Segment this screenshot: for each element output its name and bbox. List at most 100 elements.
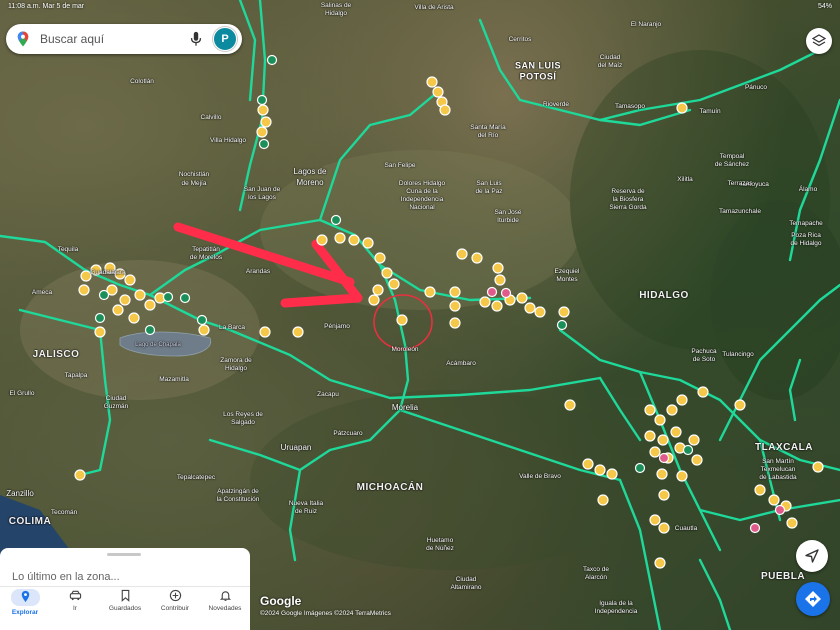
map-label: Calvillo [200,113,222,121]
map-label: Terrazas [727,179,753,187]
map-label: de Mejía [181,179,207,187]
map-label: Hidalgo [224,364,248,372]
sheet-drag-handle[interactable] [107,553,141,556]
map-label: Cuautla [674,524,698,532]
status-battery: 54% [817,3,832,10]
map-label: Montes [556,275,578,283]
map-label: Zacapu [317,390,339,398]
layers-button[interactable] [806,28,832,54]
map-label: Iturbide [497,216,519,224]
map-label: Lagos de [293,167,327,176]
map-label: Temapache [789,219,823,227]
map-label: Ezequiel [554,267,580,275]
nav-contribuir[interactable]: Contribuir [150,587,200,612]
search-input[interactable]: Buscar aquí [40,32,189,46]
map-label: Sierra Gorda [609,203,647,211]
map-label: Guzmán [103,402,129,410]
map-label: del Maíz [597,61,623,69]
map-label: San José [494,208,522,216]
map-label: de Soto [692,355,716,363]
map-label: Arandas [245,267,271,275]
map-label: La Barca [218,323,246,331]
map-label: Tamasopo [615,102,645,110]
nav-guardados[interactable]: Guardados [100,587,150,612]
my-location-button[interactable] [796,540,828,572]
map-label: Tamuín [699,107,721,115]
nav-label: Ir [73,605,77,612]
map-label: de Morelos [189,253,223,261]
map-label: la Constitución [216,495,260,503]
map-label: Tapalpa [64,371,88,379]
directions-button[interactable] [796,582,830,616]
map-label: Ciudad [455,575,477,583]
map-label: Colotlán [130,77,154,85]
nav-label: Contribuir [160,605,190,612]
map-attribution: ©2024 Google Imágenes ©2024 TerraMetrics [260,610,391,617]
map-view[interactable]: SAN LUIS POTOSÍ Lagos de Moreno HIDALGO JALIS… [0,0,840,630]
search-bar[interactable]: Buscar aquí P [6,24,242,54]
map-label: El Naranjo [630,20,662,28]
map-label: Nueva Italia [288,499,324,507]
map-label: Ciudad [599,53,621,61]
map-label: Zamora de [220,356,252,364]
map-label: de Hidalgo [790,239,822,247]
map-label: Xilitla [677,175,693,183]
map-label: Pátzcuaro [333,429,363,437]
map-label: Lago de Chapala [135,342,181,348]
map-label: POTOSÍ [519,71,557,82]
google-logo: Google [260,594,302,608]
map-label: Independencia [594,607,638,615]
plus-circle-icon [169,589,181,602]
terrain [20,50,840,570]
map-label: Uruapan [280,443,312,452]
navigation-arrow-icon [805,549,819,563]
map-label: Tequila [57,245,79,253]
map-label: JALISCO [32,349,80,360]
map-label: PUEBLA [760,571,806,582]
map-label: Pénjamo [324,322,350,330]
map-label: Zanzillo [6,489,34,498]
map-label: Ameca [31,288,53,296]
layers-icon [812,34,826,47]
map-label: Valle de Bravo [519,472,561,480]
nav-active-indicator [10,589,40,606]
map-label: Acámbaro [446,359,476,367]
map-label: Los Reyes de [223,410,263,418]
nav-explorar[interactable]: Explorar [0,587,50,616]
map-label: Apatzingán de [217,487,259,495]
map-label: Reserva de [611,187,645,195]
map-label: Texmelucan [760,465,796,473]
map-label: San Luis [476,179,502,187]
map-label: Moreno [296,178,324,187]
map-label: Salgado [231,418,255,426]
map-label: MICHOACÁN [356,482,424,493]
map-label: Poza Rica [791,231,821,239]
nav-ir[interactable]: Ir [50,587,100,612]
map-label: Mazamitla [159,375,189,383]
map-label: TLAXCALA [755,442,813,453]
bottom-sheet[interactable]: Lo último en la zona... Explorar Ir Guar… [0,548,250,630]
map-label: COLIMA [8,516,52,527]
avatar[interactable]: P [213,27,237,51]
map-label: San Martín [762,457,794,465]
map-label: Álamo [798,185,818,193]
map-label: Cuna de la [406,187,438,195]
map-label: Iguala de la [599,599,633,607]
map-label: los Lagos [248,193,276,201]
bell-icon [219,591,231,601]
map-label: de Ruiz [294,507,318,515]
map-label: Nacional [409,203,435,211]
bookmark-icon [121,589,129,602]
map-label: Huetamo [426,536,454,544]
map-label: de Sánchez [714,160,750,168]
map-label: de Labastida [759,473,797,481]
nav-novedades[interactable]: Novedades [200,587,250,612]
map-label: SAN LUIS [514,60,562,71]
map-label: Pánuco [744,83,768,91]
map-label: Santa María [470,123,506,131]
map-label: San Juan de [243,185,281,193]
car-icon [69,590,81,601]
microphone-icon[interactable] [189,31,203,47]
nav-label: Novedades [208,605,242,612]
status-bar: 11:08 a.m. Mar 5 de mar 54% [0,0,840,14]
